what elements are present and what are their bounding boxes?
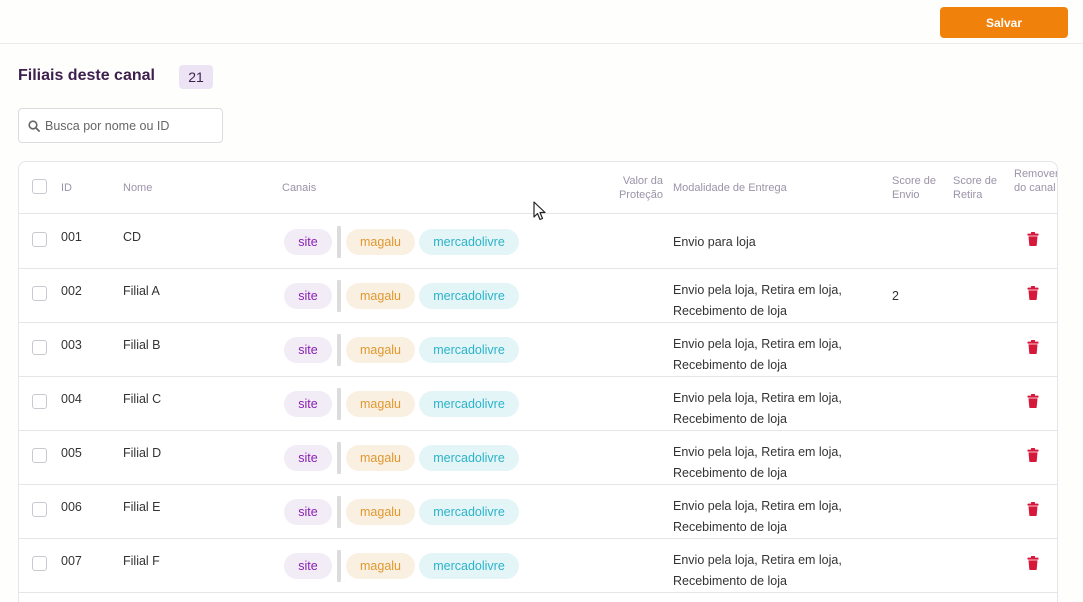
row-modalidade: Envio pela loja, Retira em loja, Recebim… [673, 337, 842, 372]
trash-icon[interactable] [1027, 340, 1039, 354]
channel-tag-ml: mercadolivre [419, 337, 519, 363]
channel-tag-magalu: magalu [346, 553, 415, 579]
row-id: 001 [61, 230, 82, 244]
header-remover: Remover do canal [1014, 168, 1058, 194]
trash-icon[interactable] [1027, 394, 1039, 408]
top-bar: Salvar [0, 0, 1083, 44]
channel-tag-magalu: magalu [346, 283, 415, 309]
channel-tag-ml: mercadolivre [419, 229, 519, 255]
row-checkbox[interactable] [32, 340, 47, 355]
trash-icon[interactable] [1027, 556, 1039, 570]
row-nome: Filial E [123, 500, 161, 514]
header-score-envio: Score de Envio [892, 175, 937, 201]
header-modalidade: Modalidade de Entrega [673, 182, 787, 194]
row-id: 007 [61, 554, 82, 568]
channel-tag-site: site [284, 445, 332, 471]
channel-tag-site: site [284, 499, 332, 525]
channel-divider [337, 226, 341, 258]
table-row: 003 Filial B site magalu mercadolivre Envio p… [19, 323, 1057, 377]
row-modalidade: Envio pela loja, Retira em loja, Recebim… [673, 391, 842, 426]
channel-tag-ml: mercadolivre [419, 499, 519, 525]
row-checkbox[interactable] [32, 232, 47, 247]
channel-tag-site: site [284, 337, 332, 363]
search-box[interactable] [18, 108, 223, 143]
channel-divider [337, 496, 341, 528]
trash-icon[interactable] [1027, 286, 1039, 300]
header-nome: Nome [123, 182, 153, 194]
row-id: 004 [61, 392, 82, 406]
channel-tag-magalu: magalu [346, 391, 415, 417]
row-modalidade: Envio pela loja, Retira em loja, Recebim… [673, 553, 842, 588]
save-button[interactable]: Salvar [940, 7, 1068, 38]
channel-divider [337, 334, 341, 366]
select-all-checkbox[interactable] [32, 179, 47, 194]
trash-icon[interactable] [1027, 232, 1039, 246]
channel-divider [337, 388, 341, 420]
row-checkbox[interactable] [32, 502, 47, 517]
row-checkbox[interactable] [32, 448, 47, 463]
row-id: 002 [61, 284, 82, 298]
table-row: 004 Filial C site magalu mercadolivre Envio p… [19, 377, 1057, 431]
channel-tag-ml: mercadolivre [419, 283, 519, 309]
row-nome: CD [123, 230, 142, 244]
header-canais: Canais [282, 182, 317, 194]
row-id: 005 [61, 446, 82, 460]
channel-tag-magalu: magalu [346, 337, 415, 363]
channel-tag-site: site [284, 283, 332, 309]
mouse-pointer-icon [533, 201, 546, 221]
channel-divider [337, 550, 341, 582]
channel-tag-ml: mercadolivre [419, 445, 519, 471]
row-checkbox[interactable] [32, 394, 47, 409]
channel-tag-magalu: magalu [346, 445, 415, 471]
row-checkbox[interactable] [32, 286, 47, 301]
trash-icon[interactable] [1027, 502, 1039, 516]
table-row: 002 Filial A site magalu mercadolivre Envio p… [19, 269, 1057, 323]
channel-divider [337, 442, 341, 474]
header-valor-protecao: Valor da Proteção [618, 175, 663, 201]
channel-divider [337, 280, 341, 312]
row-id: 003 [61, 338, 82, 352]
table-row: 005 Filial D site magalu mercadolivre Envio p… [19, 431, 1057, 485]
header-score-retira: Score de Retira [953, 175, 998, 201]
row-modalidade: Envio pela loja, Retira em loja, Recebim… [673, 283, 842, 318]
row-nome: Filial B [123, 338, 161, 352]
channel-tag-ml: mercadolivre [419, 391, 519, 417]
channel-tag-site: site [284, 391, 332, 417]
row-nome: Filial C [123, 392, 162, 406]
header-id: ID [61, 182, 72, 194]
channel-tag-ml: mercadolivre [419, 553, 519, 579]
table-row: 001 CD site magalu mercadolivre Envio para lo… [19, 215, 1057, 269]
row-nome: Filial D [123, 446, 162, 460]
row-modalidade: Envio para loja [673, 235, 756, 249]
row-modalidade: Envio pela loja, Retira em loja, Recebim… [673, 499, 842, 534]
row-checkbox[interactable] [32, 556, 47, 571]
row-score-envio: 2 [892, 289, 899, 303]
row-id: 006 [61, 500, 82, 514]
count-badge: 21 [179, 65, 213, 89]
channel-tag-magalu: magalu [346, 499, 415, 525]
search-icon [28, 120, 40, 132]
search-input[interactable] [45, 110, 217, 141]
channel-tag-magalu: magalu [346, 229, 415, 255]
page-title: Filiais deste canal [18, 67, 155, 84]
channel-tag-site: site [284, 553, 332, 579]
branches-table: ID Nome Canais Valor da Proteção Modalid… [18, 161, 1058, 602]
table-row: 007 Filial F site magalu mercadolivre Envio p… [19, 539, 1057, 593]
row-modalidade: Envio pela loja, Retira em loja, Recebim… [673, 445, 842, 480]
channel-tag-site: site [284, 229, 332, 255]
row-nome: Filial A [123, 284, 160, 298]
trash-icon[interactable] [1027, 448, 1039, 462]
table-row: 006 Filial E site magalu mercadolivre Envio p… [19, 485, 1057, 539]
row-nome: Filial F [123, 554, 160, 568]
